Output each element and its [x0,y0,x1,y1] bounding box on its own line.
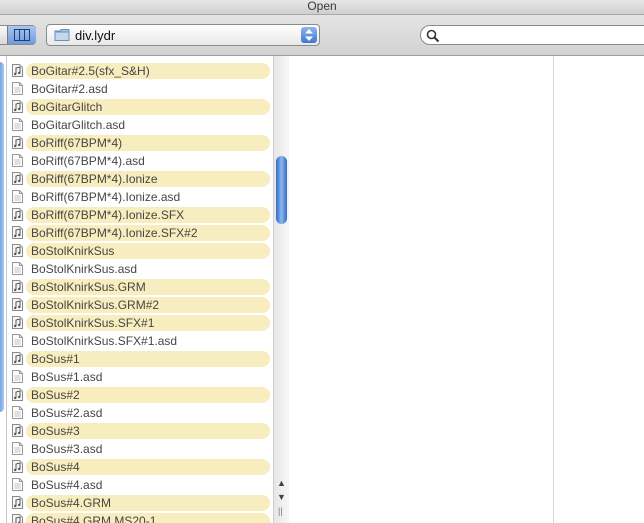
file-name: BoStolKnirkSus.asd [31,262,138,276]
file-name: BoRiff(67BPM*4).asd [31,154,145,168]
scroll-thumb[interactable] [276,156,287,224]
preview-column [554,56,644,523]
file-name: BoGitarGlitch [31,100,103,114]
file-row[interactable]: BoStolKnirkSus.GRM [7,278,273,296]
file-row[interactable]: BoSus#2.asd [7,404,273,422]
file-name: BoStolKnirkSus.SFX#1 [31,316,155,330]
file-name: BoSus#1 [31,352,80,366]
toolbar: div.lydr [0,15,644,56]
file-row[interactable]: BoStolKnirkSus.SFX#1.asd [7,332,273,350]
file-row[interactable]: BoRiff(67BPM*4).Ionize [7,170,273,188]
music-note-file-icon [12,514,23,523]
file-row[interactable]: BoGitarGlitch [7,98,273,116]
file-name: BoSus#2.asd [31,406,103,420]
file-name: BoStolKnirkSus.GRM [31,280,146,294]
search-input[interactable] [443,28,644,44]
file-row[interactable]: BoSus#3.asd [7,440,273,458]
popup-stepper[interactable] [301,27,317,43]
file-row[interactable]: BoRiff(67BPM*4).Ionize.asd [7,188,273,206]
window-title: Open [0,0,644,15]
scroll-down-arrow-icon[interactable]: ▼ [277,492,286,502]
file-row[interactable]: BoSus#3 [7,422,273,440]
column-resize-grip-icon[interactable]: || [278,506,283,516]
file-row[interactable]: BoGitarGlitch.asd [7,116,273,134]
file-row[interactable]: BoSus#4 [7,458,273,476]
file-name: BoRiff(67BPM*4).Ionize.SFX [31,208,185,222]
file-name: BoGitar#2.asd [31,82,108,96]
file-name: BoGitarGlitch.asd [31,118,126,132]
file-name: BoStolKnirkSus.GRM#2 [31,298,160,312]
file-row[interactable]: BoStolKnirkSus [7,242,273,260]
path-popup-label: div.lydr [75,28,116,43]
folder-icon [54,29,70,41]
file-row[interactable]: BoGitar#2.5(sfx_S&H) [7,62,273,80]
file-list: BoGitar#2.5(sfx_S&H) BoGitar#2.asd BoGitar… [7,56,273,523]
file-name: BoSus#2 [31,388,80,402]
file-name: BoRiff(67BPM*4).Ionize.SFX#2 [31,226,198,240]
file-row[interactable]: BoRiff(67BPM*4).Ionize.SFX [7,206,273,224]
file-name: BoStolKnirkSus.SFX#1.asd [31,334,178,348]
file-name: BoSus#4.GRM [31,496,112,510]
view-mode-control[interactable] [0,25,36,45]
file-browser: BoGitar#2.5(sfx_S&H) BoGitar#2.asd BoGitar… [0,56,644,523]
file-name: BoSus#3.asd [31,442,103,456]
file-row[interactable]: BoStolKnirkSus.SFX#1 [7,314,273,332]
file-name: BoRiff(67BPM*4).Ionize [31,172,158,186]
file-name: BoSus#3 [31,424,80,438]
file-row[interactable]: BoSus#4.GRM.MS20-1 [7,512,273,523]
file-row[interactable]: BoSus#1.asd [7,368,273,386]
parent-column [0,56,7,523]
file-name: BoRiff(67BPM*4) [31,136,123,150]
file-name: BoGitar#2.5(sfx_S&H) [31,64,150,78]
search-field[interactable] [420,25,644,45]
column-view-button[interactable] [7,26,36,44]
search-icon [426,29,440,43]
file-row[interactable]: BoSus#4.GRM [7,494,273,512]
file-row[interactable]: BoRiff(67BPM*4) [7,134,273,152]
file-name: BoRiff(67BPM*4).Ionize.asd [31,190,181,204]
up-down-arrows-icon [305,29,313,41]
file-name: BoSus#4.GRM.MS20-1 [31,514,157,523]
file-row[interactable]: BoStolKnirkSus.GRM#2 [7,296,273,314]
file-row[interactable]: BoRiff(67BPM*4).Ionize.SFX#2 [7,224,273,242]
columns-icon [14,29,30,41]
path-popup[interactable]: div.lydr [46,24,320,46]
file-name: BoSus#4.asd [31,478,103,492]
parent-column-scroll-thumb[interactable] [0,62,4,412]
file-name: BoStolKnirkSus [31,244,115,258]
file-list-scrollbar[interactable]: ▲ ▼ || [273,56,289,523]
scroll-up-arrow-icon[interactable]: ▲ [277,478,286,488]
file-row[interactable]: BoSus#4.asd [7,476,273,494]
file-row[interactable]: BoSus#1 [7,350,273,368]
file-row[interactable]: BoGitar#2.asd [7,80,273,98]
file-name: BoSus#1.asd [31,370,103,384]
file-name: BoSus#4 [31,460,80,474]
file-row[interactable]: BoStolKnirkSus.asd [7,260,273,278]
file-row[interactable]: BoSus#2 [7,386,273,404]
file-row[interactable]: BoRiff(67BPM*4).asd [7,152,273,170]
